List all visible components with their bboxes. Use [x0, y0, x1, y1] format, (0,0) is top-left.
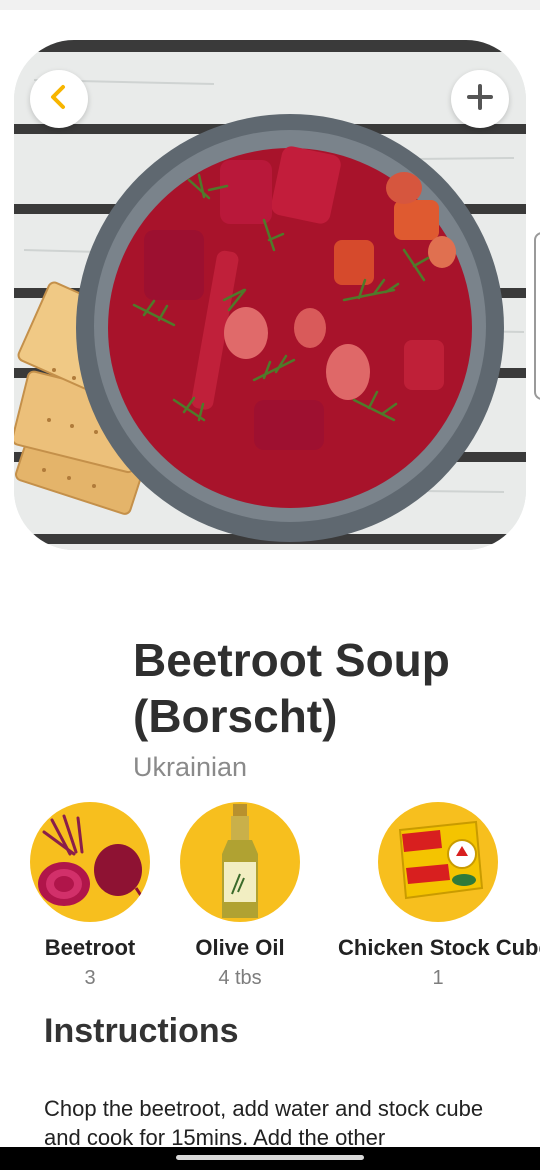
chevron-left-icon	[46, 84, 72, 115]
ingredient-item[interactable]: Olive Oil 4 tbs	[140, 802, 340, 990]
ingredient-quantity: 1	[432, 967, 444, 989]
add-button[interactable]	[451, 70, 509, 128]
ingredient-name: Chicken Stock Cube	[338, 935, 540, 960]
plus-icon	[466, 83, 494, 116]
status-bar	[0, 0, 540, 10]
instructions-text: Chop the beetroot, add water and stock c…	[44, 1096, 484, 1150]
home-indicator[interactable]	[176, 1155, 364, 1160]
recipe-image	[14, 40, 526, 550]
ingredient-item[interactable]: Chicken Stock Cube 1	[338, 802, 540, 990]
back-button[interactable]	[30, 70, 88, 128]
system-navigation-bar	[0, 1147, 540, 1170]
stock-cube-box-icon	[378, 802, 498, 922]
ingredient-name: Olive Oil	[195, 935, 285, 960]
beetroot-icon	[30, 802, 150, 922]
recipe-cuisine: Ukrainian	[133, 752, 248, 782]
recipe-title: Beetroot Soup (Borscht)	[133, 634, 450, 742]
olive-oil-bottle-icon	[180, 802, 300, 922]
ingredient-quantity: 4 tbs	[218, 967, 262, 989]
side-panel-handle[interactable]	[534, 232, 540, 400]
instructions-heading: Instructions	[44, 1012, 239, 1050]
